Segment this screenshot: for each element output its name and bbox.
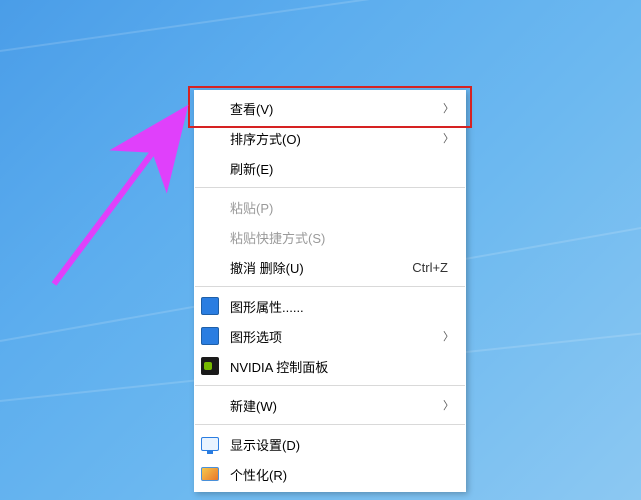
menu-label: 刷新(E) xyxy=(230,159,456,178)
menu-label: 查看(V) xyxy=(230,99,456,118)
chevron-right-icon: 〉 xyxy=(443,328,454,344)
chevron-right-icon: 〉 xyxy=(443,397,454,413)
menu-label: 图形选项 xyxy=(230,327,456,346)
menu-item-new[interactable]: 新建(W) 〉 xyxy=(194,390,466,420)
menu-shortcut: Ctrl+Z xyxy=(412,260,448,275)
menu-item-graphics-options[interactable]: 图形选项 〉 xyxy=(194,321,466,351)
chevron-right-icon: 〉 xyxy=(443,100,454,116)
menu-item-graphics-properties[interactable]: 图形属性...... xyxy=(194,291,466,321)
personalize-icon xyxy=(200,464,220,484)
menu-label: 个性化(R) xyxy=(230,465,456,484)
menu-separator xyxy=(195,187,465,188)
menu-item-view[interactable]: 查看(V) 〉 xyxy=(194,93,466,123)
menu-label: 粘贴快捷方式(S) xyxy=(230,228,456,247)
menu-label: 排序方式(O) xyxy=(230,129,456,148)
display-icon xyxy=(200,434,220,454)
menu-separator xyxy=(195,424,465,425)
menu-item-nvidia-panel[interactable]: NVIDIA 控制面板 xyxy=(194,351,466,381)
chevron-right-icon: 〉 xyxy=(443,130,454,146)
menu-label: 图形属性...... xyxy=(230,297,456,316)
desktop-context-menu: 查看(V) 〉 排序方式(O) 〉 刷新(E) 粘贴(P) 粘贴快捷方式(S) … xyxy=(194,90,466,492)
menu-item-display-settings[interactable]: 显示设置(D) xyxy=(194,429,466,459)
menu-item-sort[interactable]: 排序方式(O) 〉 xyxy=(194,123,466,153)
intel-graphics-icon xyxy=(200,326,220,346)
menu-item-paste-shortcut: 粘贴快捷方式(S) xyxy=(194,222,466,252)
menu-item-undo-delete[interactable]: 撤消 删除(U) Ctrl+Z xyxy=(194,252,466,282)
menu-label: 粘贴(P) xyxy=(230,198,456,217)
menu-item-refresh[interactable]: 刷新(E) xyxy=(194,153,466,183)
intel-graphics-icon xyxy=(200,296,220,316)
menu-label: 显示设置(D) xyxy=(230,435,456,454)
annotation-arrow-icon xyxy=(24,84,214,304)
menu-item-personalize[interactable]: 个性化(R) xyxy=(194,459,466,489)
menu-label: 撤消 删除(U) xyxy=(230,258,412,277)
nvidia-icon xyxy=(200,356,220,376)
menu-separator xyxy=(195,286,465,287)
menu-label: NVIDIA 控制面板 xyxy=(230,357,456,376)
menu-label: 新建(W) xyxy=(230,396,456,415)
menu-separator xyxy=(195,385,465,386)
menu-item-paste: 粘贴(P) xyxy=(194,192,466,222)
